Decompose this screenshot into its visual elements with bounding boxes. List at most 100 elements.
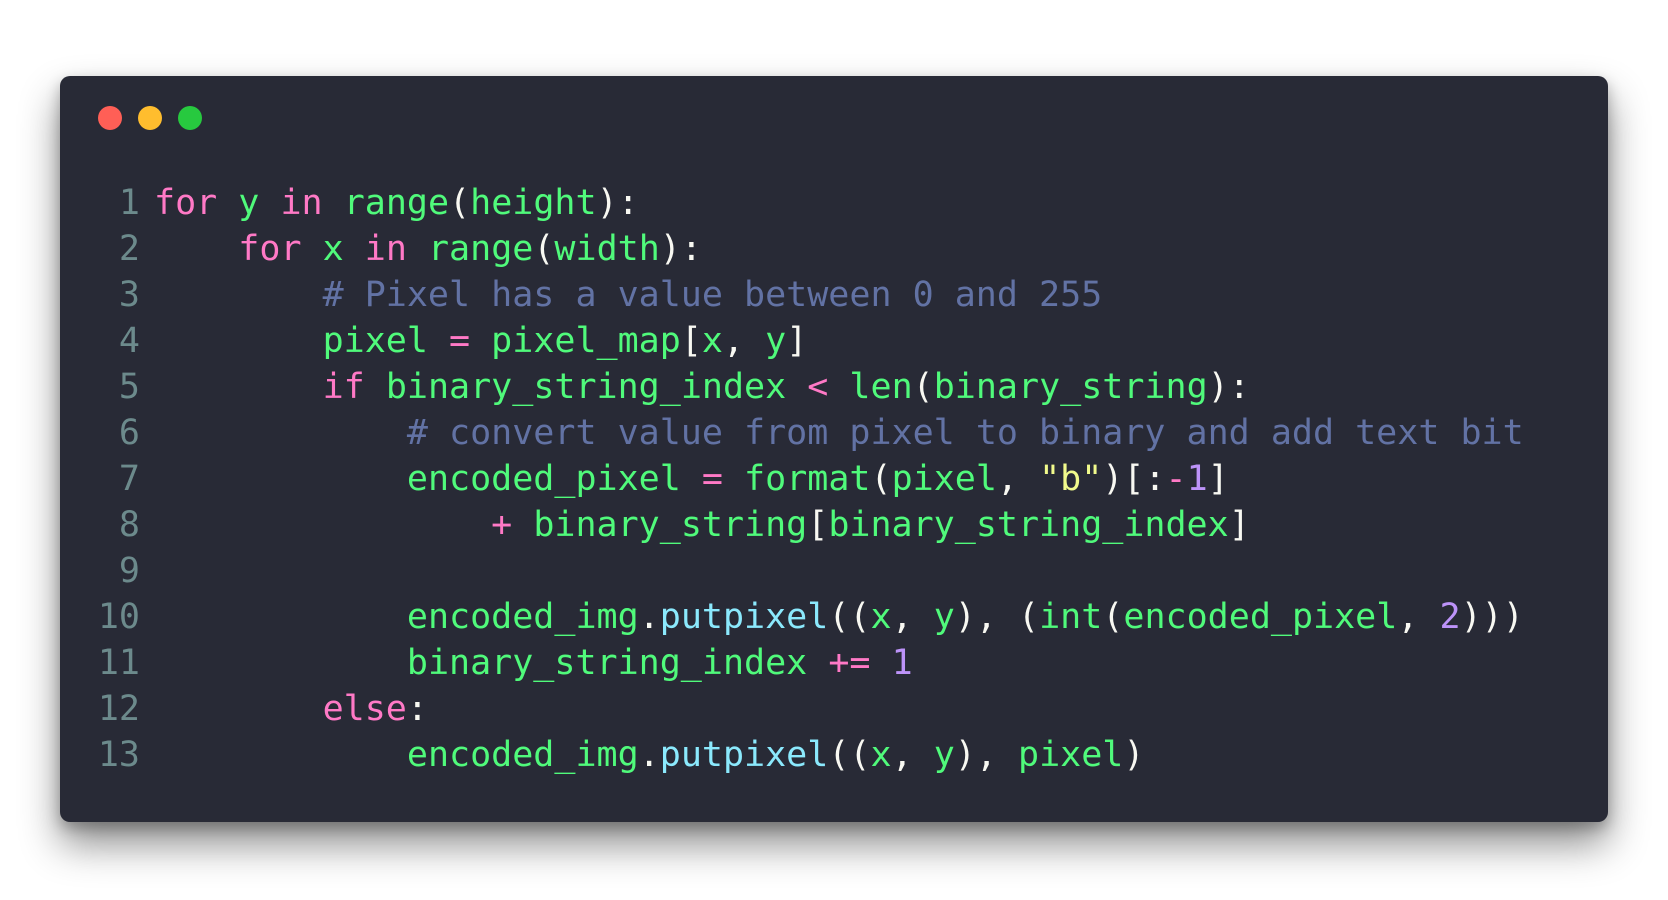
code-token: (: [533, 229, 555, 269]
code-token: encoded_pixel: [406, 459, 681, 499]
code-token: 1: [891, 643, 913, 683]
code-token: encoded_img: [406, 597, 639, 637]
code-token: pixel: [891, 459, 997, 499]
code-token: y: [933, 735, 955, 775]
code-line: 10 encoded_img.putpixel((x, y), (int(enc…: [60, 594, 1524, 640]
line-number: 2: [118, 229, 140, 269]
code-line: 8 + binary_string[binary_string_index]: [60, 502, 1524, 548]
code-token: ,: [722, 321, 766, 361]
code-line: 5 if binary_string_index < len(binary_st…: [60, 364, 1524, 410]
code-window: 1 for y in range(height): 2 for x in range…: [60, 76, 1608, 822]
code-token: .: [638, 597, 660, 637]
code-token: [: [807, 505, 829, 545]
code-text: pixel = pixel_map[x, y]: [154, 321, 808, 361]
code-token: width: [554, 229, 660, 269]
code-token: ), (: [954, 597, 1040, 637]
code-token: if: [322, 367, 365, 407]
code-token: int: [1039, 597, 1103, 637]
line-number: 6: [118, 413, 140, 453]
code-token: ,: [996, 459, 1040, 499]
code-text: # convert value from pixel to binary and…: [154, 413, 1524, 453]
code-block[interactable]: 1 for y in range(height): 2 for x in range…: [60, 180, 1524, 778]
code-token: binary_string_index: [385, 367, 787, 407]
code-token: ]: [1228, 505, 1250, 545]
minimize-button[interactable]: [138, 106, 162, 130]
code-line: 7 encoded_pixel = format(pixel, "b")[:-1…: [60, 456, 1524, 502]
code-token: y: [765, 321, 787, 361]
code-token: :: [406, 689, 428, 729]
code-token: (: [912, 367, 934, 407]
code-token: ),: [954, 735, 1019, 775]
maximize-button[interactable]: [178, 106, 202, 130]
code-token: binary_string_index: [406, 643, 808, 683]
code-line: 11 binary_string_index += 1: [60, 640, 1524, 686]
code-token: (: [870, 459, 892, 499]
code-token: =: [701, 459, 723, 499]
code-line: 1 for y in range(height):: [60, 180, 1524, 226]
code-token: ):: [1207, 367, 1250, 407]
code-token: ): [1123, 735, 1145, 775]
close-button[interactable]: [98, 106, 122, 130]
code-token: len: [849, 367, 913, 407]
code-token: [: [680, 321, 702, 361]
code-token: ,: [891, 597, 934, 637]
code-token: putpixel: [659, 735, 829, 775]
code-text: encoded_img.putpixel((x, y), (int(encode…: [154, 597, 1524, 637]
code-text: + binary_string[binary_string_index]: [154, 505, 1250, 545]
line-number: 10: [97, 597, 140, 637]
code-text: encoded_pixel = format(pixel, "b")[:-1]: [154, 459, 1229, 499]
code-token: )[:: [1102, 459, 1166, 499]
line-number: 4: [118, 321, 140, 361]
code-token: (: [449, 183, 471, 223]
line-number: 5: [118, 367, 140, 407]
code-token: in: [280, 183, 323, 223]
code-token: y: [238, 183, 260, 223]
code-token: for: [154, 183, 218, 223]
code-token: +=: [828, 643, 871, 683]
code-token: =: [449, 321, 471, 361]
code-text: # Pixel has a value between 0 and 255: [154, 275, 1103, 315]
code-token: y: [933, 597, 955, 637]
code-token: x: [870, 597, 892, 637]
line-number: 11: [97, 643, 140, 683]
code-token: 2: [1439, 597, 1461, 637]
code-token: +: [491, 505, 513, 545]
code-token: ))): [1460, 597, 1524, 637]
code-token: x: [701, 321, 723, 361]
code-text: binary_string_index += 1: [154, 643, 913, 683]
code-token: encoded_img: [406, 735, 639, 775]
code-token: binary_string: [533, 505, 808, 545]
code-token: putpixel: [659, 597, 829, 637]
code-token: for: [238, 229, 302, 269]
code-token: ):: [659, 229, 702, 269]
code-token: -: [1165, 459, 1187, 499]
line-number: 9: [118, 551, 140, 591]
code-token: <: [807, 367, 829, 407]
code-token: else: [322, 689, 407, 729]
code-text: for y in range(height):: [154, 183, 639, 223]
code-token: ,: [891, 735, 934, 775]
code-text: else:: [154, 689, 428, 729]
code-token: # convert value from pixel to binary and…: [406, 413, 1524, 453]
code-token: ((: [828, 735, 871, 775]
code-text: for x in range(width):: [154, 229, 702, 269]
code-line: 6 # convert value from pixel to binary a…: [60, 410, 1524, 456]
code-token: ]: [1207, 459, 1229, 499]
